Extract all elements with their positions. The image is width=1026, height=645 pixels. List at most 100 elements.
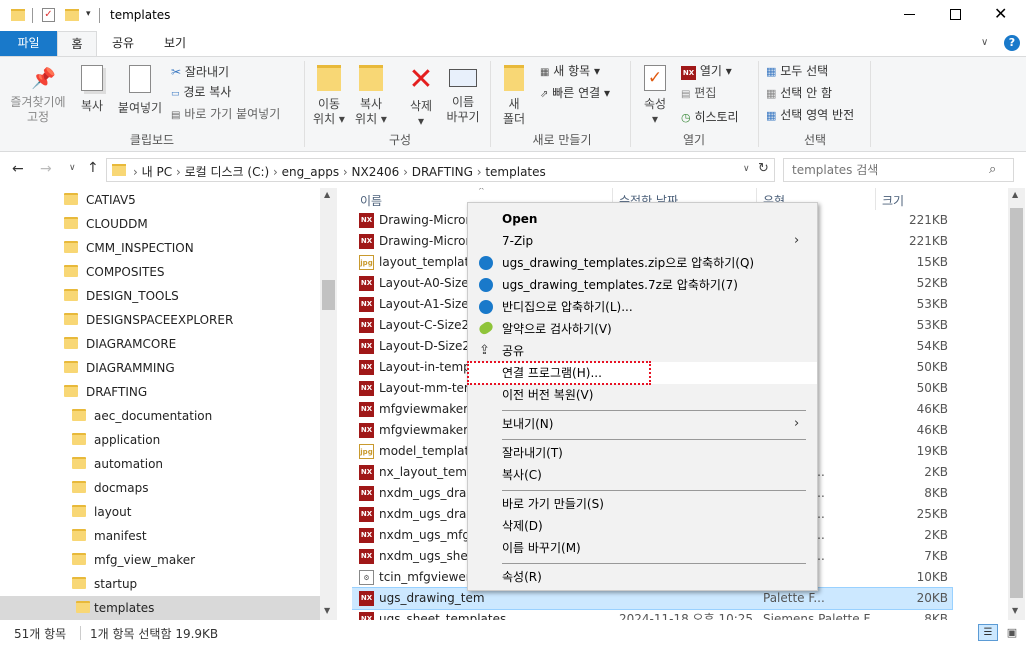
nav-subitem[interactable]: startup <box>72 572 137 596</box>
menu-item-cut[interactable]: 잘라내기(T) <box>468 442 817 464</box>
nx-file-icon: NX <box>359 549 374 564</box>
copy-path-button[interactable]: ▭ 경로 복사 <box>171 82 231 102</box>
close-button[interactable]: ✕ <box>994 4 1007 23</box>
search-box[interactable]: ⌕ <box>783 158 1014 182</box>
copy-button[interactable]: 복사 <box>76 65 108 114</box>
new-folder-button[interactable]: 새 폴더 <box>498 65 530 127</box>
menu-item-create-shortcut[interactable]: 바로 가기 만들기(S) <box>468 493 817 515</box>
recent-dropdown-icon[interactable]: ∨ <box>69 163 76 173</box>
nav-item[interactable]: DIAGRAMCORE <box>64 332 176 356</box>
nav-item[interactable]: CLOUDDM <box>64 212 148 236</box>
scrollbar-thumb[interactable] <box>1010 208 1023 598</box>
breadcrumb-eng-apps[interactable]: eng_apps <box>282 165 339 179</box>
menu-item-properties[interactable]: 속성(R) <box>468 566 817 588</box>
edit-button[interactable]: ▤ 편집 <box>681 83 716 103</box>
nav-subitem-templates[interactable]: templates <box>0 596 320 620</box>
table-row[interactable]: NX ugs_sheet_templates 2024-11-18 오후 10:25… <box>352 609 952 620</box>
select-none-button[interactable]: ▦ 선택 안 함 <box>766 83 832 103</box>
table-row[interactable]: NX ugs_drawing_tem Palette F... 20KB <box>352 587 953 610</box>
menu-item-share[interactable]: ⇪ 공유 <box>468 340 817 362</box>
nx-file-icon: NX <box>359 591 374 606</box>
nav-subitem[interactable]: manifest <box>72 524 147 548</box>
breadcrumb-templates[interactable]: templates <box>485 165 545 179</box>
delete-x-icon: ✕ <box>408 62 434 97</box>
open-button[interactable]: NX 열기 ▾ <box>681 61 732 81</box>
nav-item[interactable]: COMPOSITES <box>64 260 165 284</box>
invert-selection-button[interactable]: ▦ 선택 영역 반전 <box>766 105 854 125</box>
address-bar[interactable]: › 내 PC › 로컬 디스크 (C:) › eng_apps › NX2406… <box>106 158 775 182</box>
menu-item-rename[interactable]: 이름 바꾸기(M) <box>468 537 817 559</box>
nav-subitem[interactable]: layout <box>72 500 131 524</box>
quick-access-dropdown-icon[interactable]: ▾ <box>86 9 91 19</box>
scroll-up-arrow-icon[interactable]: ▲ <box>1012 190 1018 199</box>
invert-selection-icon: ▦ <box>766 109 777 122</box>
minimize-button[interactable] <box>904 14 915 15</box>
collapse-ribbon-icon[interactable]: ∨ <box>981 37 988 48</box>
tab-share[interactable]: 공유 <box>101 31 145 56</box>
nav-subitem[interactable]: aec_documentation <box>72 404 212 428</box>
back-arrow-icon[interactable]: ← <box>12 161 24 177</box>
menu-item-delete[interactable]: 삭제(D) <box>468 515 817 537</box>
column-header-name[interactable]: 이름 <box>360 192 382 209</box>
forward-arrow-icon[interactable]: → <box>40 161 52 177</box>
properties-button[interactable]: ✓ 속성 ▾ <box>636 65 674 127</box>
up-arrow-icon[interactable]: ↑ <box>87 160 99 176</box>
rename-button[interactable]: 이름 바꾸기 <box>442 65 484 125</box>
file-scrollbar[interactable]: ▲ ▼ <box>1008 188 1025 620</box>
delete-button[interactable]: ✕ 삭제 ▾ <box>402 65 440 129</box>
scroll-down-arrow-icon[interactable]: ▼ <box>324 606 330 615</box>
nav-scrollbar[interactable]: ▲ ▼ <box>320 188 337 620</box>
address-dropdown-icon[interactable]: ∨ <box>743 164 750 174</box>
menu-item-bandizip[interactable]: 반디집으로 압축하기(L)... <box>468 296 817 318</box>
refresh-icon[interactable]: ↻ <box>758 161 769 176</box>
breadcrumb-local-disk[interactable]: 로컬 디스크 (C:) <box>185 165 270 179</box>
details-view-icon[interactable]: ☰ <box>978 624 998 641</box>
menu-item-alyac-scan[interactable]: 알약으로 검사하기(V) <box>468 318 817 340</box>
menu-item-compress-7z[interactable]: ugs_drawing_templates.7z로 압축하기(7) <box>468 274 817 296</box>
search-input[interactable] <box>792 162 982 178</box>
tab-file[interactable]: 파일 <box>0 31 57 56</box>
clipboard-group-label: 클립보드 <box>129 133 175 147</box>
paste-button[interactable]: 붙여넣기 <box>114 65 166 116</box>
nav-item[interactable]: DESIGNSPACEEXPLORER <box>64 308 233 332</box>
scroll-down-arrow-icon[interactable]: ▼ <box>1012 606 1018 615</box>
menu-item-compress-zip[interactable]: ugs_drawing_templates.zip으로 압축하기(Q) <box>468 252 817 274</box>
menu-item-7zip[interactable]: 7-Zip › <box>468 230 817 252</box>
menu-item-copy[interactable]: 복사(C) <box>468 464 817 486</box>
column-header-size[interactable]: 크기 <box>882 192 904 209</box>
scroll-up-arrow-icon[interactable]: ▲ <box>324 190 330 199</box>
nav-item[interactable]: CATIAV5 <box>64 188 136 212</box>
properties-quick-icon[interactable]: ✓ <box>42 8 55 22</box>
nav-subitem[interactable]: application <box>72 428 160 452</box>
breadcrumb-nx2406[interactable]: NX2406 <box>352 165 400 179</box>
help-icon[interactable]: ? <box>1004 35 1020 51</box>
nav-item[interactable]: CMM_INSPECTION <box>64 236 194 260</box>
select-all-button[interactable]: ▦ 모두 선택 <box>766 61 828 81</box>
large-icons-view-icon[interactable]: ▣ <box>1002 624 1022 641</box>
breadcrumb-drafting[interactable]: DRAFTING <box>412 165 473 179</box>
nav-item-drafting[interactable]: DRAFTING <box>64 380 147 404</box>
breadcrumb-my-pc[interactable]: 내 PC <box>142 165 172 179</box>
pin-quick-access-button[interactable]: 📌 즐겨찾기에 고정 <box>4 65 72 125</box>
menu-item-open[interactable]: Open <box>468 208 817 230</box>
nav-subitem[interactable]: automation <box>72 452 163 476</box>
move-to-button[interactable]: 이동 위치 ▾ <box>310 65 348 127</box>
nav-item[interactable]: DESIGN_TOOLS <box>64 284 179 308</box>
cut-button[interactable]: ✂ 잘라내기 <box>171 62 229 82</box>
search-icon[interactable]: ⌕ <box>989 162 996 177</box>
menu-item-send-to[interactable]: 보내기(N) › <box>468 413 817 435</box>
nav-subitem[interactable]: mfg_view_maker <box>72 548 195 572</box>
easy-access-button[interactable]: ⇗ 빠른 연결 ▾ <box>540 83 610 103</box>
nav-subitem[interactable]: docmaps <box>72 476 148 500</box>
menu-item-restore-previous[interactable]: 이전 버전 복원(V) <box>468 384 817 406</box>
copy-to-button[interactable]: 복사 위치 ▾ <box>352 65 390 127</box>
history-button[interactable]: ◷ 히스토리 <box>681 107 739 127</box>
new-item-button[interactable]: ▦ 새 항목 ▾ <box>540 61 600 81</box>
new-folder-quick-icon[interactable] <box>65 9 79 21</box>
paste-shortcut-button[interactable]: ▤ 바로 가기 붙여넣기 <box>171 104 280 124</box>
maximize-button[interactable] <box>950 9 961 20</box>
tab-home[interactable]: 홈 <box>57 31 97 57</box>
scrollbar-thumb[interactable] <box>322 280 335 310</box>
tab-view[interactable]: 보기 <box>151 31 199 56</box>
nav-item[interactable]: DIAGRAMMING <box>64 356 175 380</box>
